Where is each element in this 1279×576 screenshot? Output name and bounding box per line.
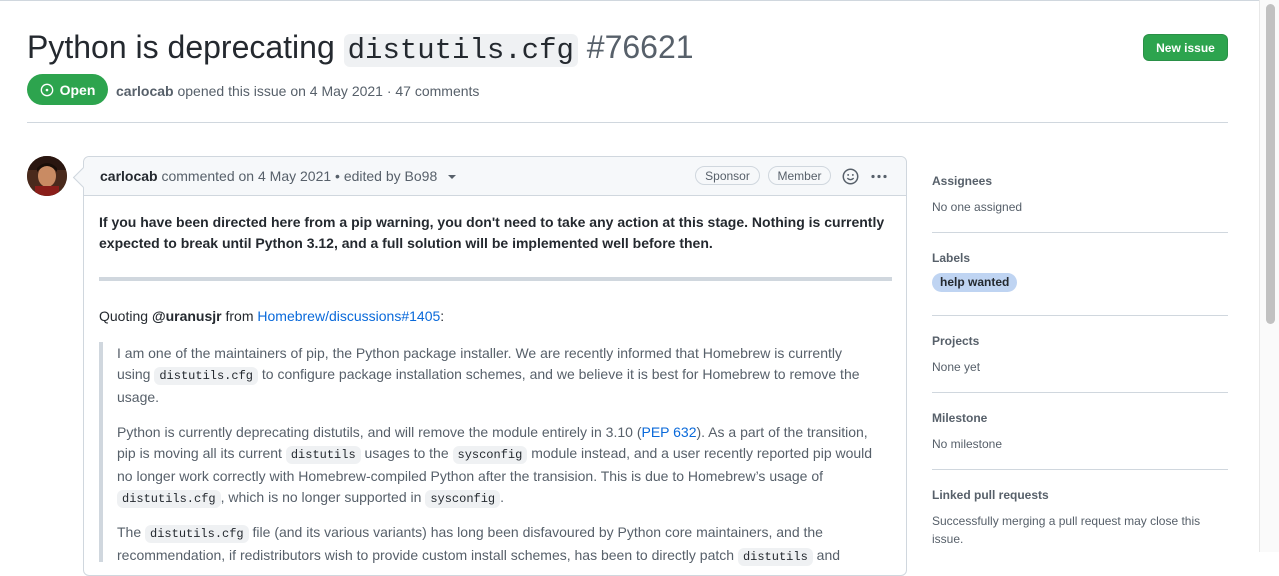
inline-code: distutils.cfg [154, 367, 258, 385]
comment-header-text: carlocab commented on 4 May 2021 • edite… [100, 168, 457, 184]
pep-632-link[interactable]: PEP 632 [641, 424, 696, 440]
avatar-image [27, 156, 67, 196]
linked-prs-heading[interactable]: Linked pull requests [932, 488, 1228, 502]
comment-rule [99, 277, 892, 281]
discussion-link[interactable]: Homebrew/discussions#1405 [257, 308, 440, 324]
inline-code: distutils [737, 548, 813, 566]
inline-code: distutils.cfg [117, 490, 221, 508]
issue-number: #76621 [586, 29, 694, 65]
quote-text: . [500, 489, 505, 505]
issue-meta: carlocab opened this issue on 4 May 2021… [116, 83, 479, 99]
inline-code: sysconfig [452, 446, 528, 464]
issue-title-text: Python is deprecating [27, 29, 335, 65]
quote-paragraph-2: Python is currently deprecating distutil… [117, 422, 877, 510]
quote-text: usages to the [364, 445, 449, 461]
issue-title-code: distutils.cfg [343, 34, 578, 67]
sidebar-projects: Projects None yet [932, 334, 1228, 376]
comment-author-link[interactable]: carlocab [100, 168, 158, 184]
milestone-heading[interactable]: Milestone [932, 411, 1228, 425]
member-badge: Member [768, 166, 831, 185]
quoting-suffix: : [440, 308, 445, 324]
quote-text: and [816, 547, 841, 563]
new-issue-button[interactable]: New issue [1143, 34, 1228, 61]
comment-edit-history[interactable]: commented on 4 May 2021 • edited by Bo98 [161, 168, 437, 184]
sidebar-divider [932, 315, 1228, 316]
milestone-value: No milestone [932, 437, 1003, 451]
issue-meta-text: opened this issue on 4 May 2021 · 47 com… [177, 83, 480, 99]
sidebar-labels: Labels help wanted [932, 251, 1228, 292]
issue-state-badge: Open [27, 74, 108, 105]
labels-heading[interactable]: Labels [932, 251, 1228, 265]
sidebar-divider [932, 232, 1228, 233]
sidebar-linked-prs: Linked pull requests Successfully mergin… [932, 488, 1228, 548]
quoting-line: Quoting @uranusjr from Homebrew/discussi… [99, 306, 899, 327]
quoted-user-mention[interactable]: @uranusjr [152, 308, 222, 324]
quote-text: Python is currently deprecating distutil… [117, 424, 642, 440]
help-wanted-label[interactable]: help wanted [932, 273, 1018, 292]
kebab-horizontal-icon[interactable] [870, 168, 888, 185]
sidebar-divider [932, 469, 1228, 470]
inline-code: sysconfig [425, 490, 501, 508]
comment-notice: If you have been directed here from a pi… [99, 214, 885, 251]
quote-text: , which is no longer supported in [220, 489, 422, 505]
scrollbar-thumb[interactable] [1266, 4, 1275, 324]
sidebar-divider [932, 392, 1228, 393]
blockquote-bar [99, 342, 103, 562]
quote-text: The [117, 524, 142, 540]
sidebar-assignees: Assignees No one assigned [932, 174, 1228, 216]
sponsor-badge: Sponsor [695, 166, 760, 185]
sidebar-milestone: Milestone No milestone [932, 411, 1228, 453]
linked-prs-value: Successfully merging a pull request may … [932, 514, 1201, 546]
projects-value: None yet [932, 360, 981, 374]
quote-paragraph-3: The distutils.cfg file (and its various … [117, 522, 877, 568]
issue-title: Python is deprecating distutils.cfg #766… [27, 27, 694, 71]
issue-opened-icon [40, 83, 53, 96]
chevron-down-icon[interactable] [448, 175, 457, 180]
issue-state-label: Open [59, 81, 96, 98]
assignees-heading[interactable]: Assignees [932, 174, 1228, 188]
avatar[interactable] [27, 156, 67, 196]
assignees-value: No one assigned [932, 200, 1023, 214]
top-border [0, 0, 1260, 1]
quote-paragraph-1: I am one of the maintainers of pip, the … [117, 343, 877, 408]
quoting-prefix: Quoting [99, 308, 149, 324]
quoting-from: from [225, 308, 254, 324]
smiley-icon[interactable] [842, 168, 859, 185]
inline-code: distutils [285, 446, 361, 464]
issue-author-link[interactable]: carlocab [116, 83, 174, 99]
projects-heading[interactable]: Projects [932, 334, 1228, 348]
header-divider [27, 122, 1228, 123]
inline-code: distutils.cfg [145, 525, 249, 543]
